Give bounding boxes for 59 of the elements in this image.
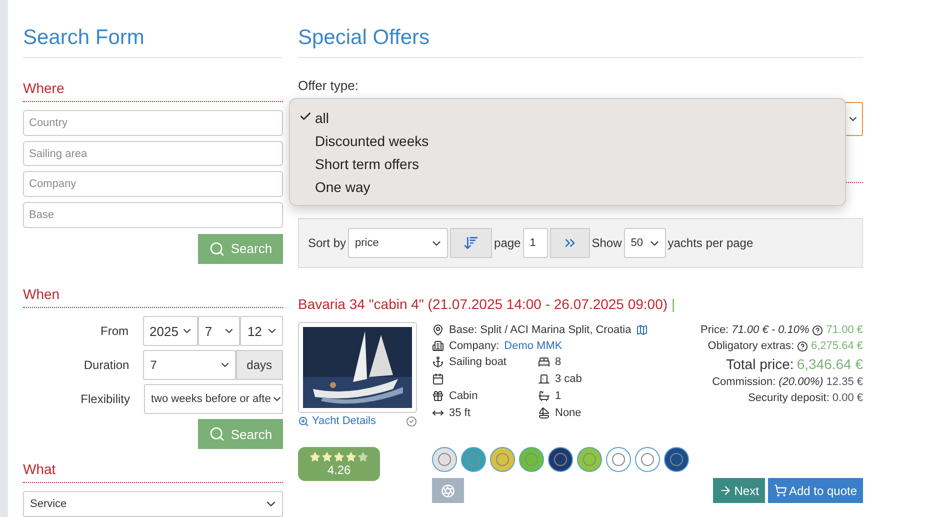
- price-label: Total price:: [726, 356, 794, 372]
- spec-text: 1: [555, 390, 562, 402]
- section-heading: What: [23, 461, 283, 484]
- price-value: 71.00 €: [826, 324, 863, 336]
- dropdown[interactable]: price: [348, 228, 448, 258]
- field-label: From: [100, 324, 130, 338]
- text-field[interactable]: Base: [23, 202, 283, 228]
- spec-text: Sailing boat: [449, 356, 506, 368]
- menu-item[interactable]: Discounted weeks: [290, 129, 845, 152]
- price-label: Commission:: [712, 376, 776, 388]
- field-label: page: [494, 236, 521, 250]
- dropdown[interactable]: two weeks before or afte: [144, 384, 283, 414]
- spec-text: 3 cab: [555, 373, 582, 385]
- price-note: 71.00 € - 0.10%: [732, 324, 810, 336]
- spec-text: None: [555, 407, 582, 419]
- add-to-quote-button[interactable]: Add to quote: [768, 478, 863, 503]
- price-value: 6,346.64 €: [796, 356, 863, 372]
- yacht-title[interactable]: Bavaria 34 "cabin 4" (21.07.2025 14:00 - 26.07.2025 09:00): [298, 296, 668, 312]
- section-title: Search Form: [23, 26, 283, 58]
- base-text: Base: Split / ACI Marina Split, Croatia: [449, 324, 632, 336]
- field-label: Company:: [449, 340, 500, 352]
- spec-text: 8: [555, 356, 562, 368]
- price-label: Price:: [700, 324, 729, 336]
- page-field[interactable]: 1: [522, 228, 548, 258]
- section-heading: When: [23, 286, 283, 308]
- field-label: Show: [592, 236, 622, 250]
- field-label: Duration: [82, 358, 130, 372]
- dropdown[interactable]: 7: [198, 316, 240, 346]
- dropdown[interactable]: 12: [240, 316, 283, 346]
- rating-value: 4.26: [327, 463, 351, 477]
- unit-label: days: [236, 350, 283, 380]
- field-label: Flexibility: [80, 392, 131, 406]
- menu-item[interactable]: One way: [290, 175, 845, 198]
- spec-text: Cabin: [449, 390, 478, 402]
- section-title: Special Offers: [298, 26, 863, 58]
- price-label: Obligatory extras:: [708, 340, 794, 352]
- price-value: 12.35 €: [826, 376, 863, 388]
- text-field[interactable]: Sailing area: [23, 140, 283, 166]
- dropdown[interactable]: Service: [23, 491, 283, 517]
- section-heading: Where: [23, 80, 283, 102]
- dropdown[interactable]: 7: [143, 350, 236, 380]
- field-label: yachts per page: [668, 236, 754, 250]
- price-note: (20.00%): [778, 376, 824, 388]
- spec-text: 35 ft: [449, 407, 470, 419]
- field-label: Sort by: [308, 236, 346, 250]
- dropdown[interactable]: 50: [624, 228, 666, 258]
- price-value: 6,275.64 €: [811, 340, 863, 352]
- price-value: 0.00 €: [832, 392, 863, 404]
- text-field[interactable]: Country: [23, 110, 283, 136]
- yacht-details-link[interactable]: Yacht Details: [298, 415, 376, 427]
- text-field[interactable]: Company: [23, 171, 283, 198]
- next-button[interactable]: Next: [713, 478, 765, 503]
- separator: |: [672, 296, 676, 312]
- dropdown[interactable]: 2025: [142, 316, 198, 346]
- field-label: Offer type:: [298, 78, 360, 93]
- price-label: Security deposit:: [748, 392, 830, 404]
- menu-item[interactable]: Short term offers: [290, 152, 845, 175]
- menu-item[interactable]: all: [290, 106, 845, 129]
- company-link[interactable]: Demo MMK: [504, 340, 562, 352]
